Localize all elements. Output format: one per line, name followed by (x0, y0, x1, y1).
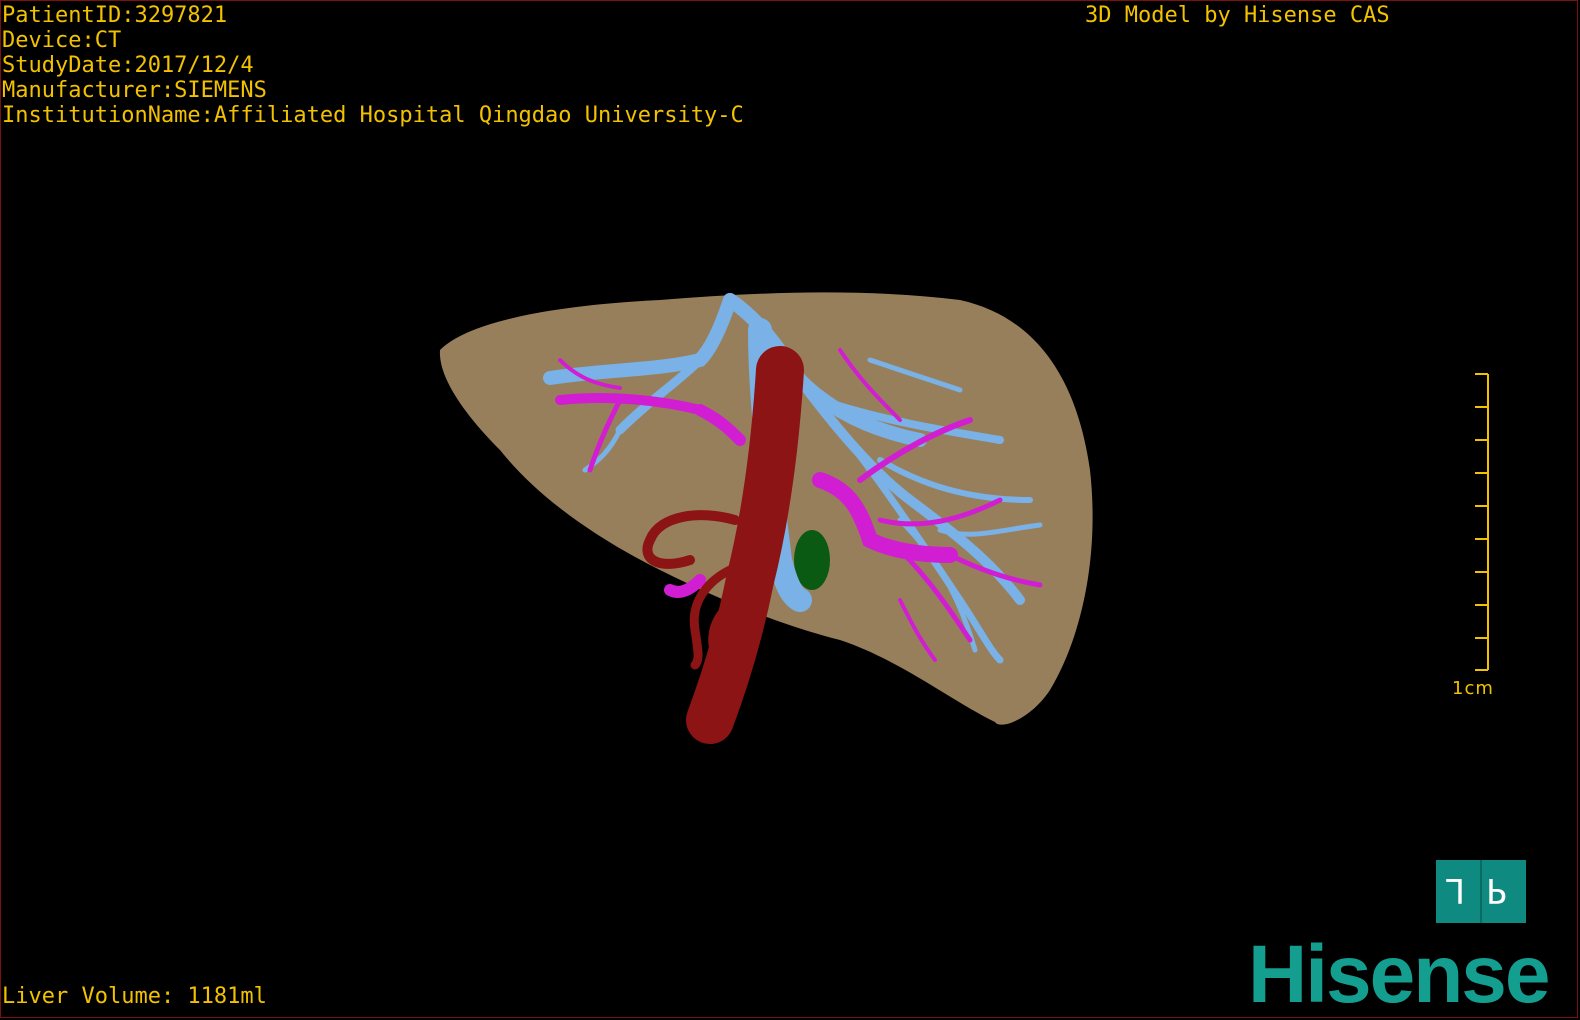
scale-bar (1475, 373, 1489, 671)
study-date: StudyDate:2017/12/4 (2, 53, 254, 78)
model-credit: 3D Model by Hisense CAS (1085, 3, 1390, 28)
patient-info-block: PatientID:3297821 Device:CT StudyDate:2017… (2, 3, 744, 128)
orientation-divider (1480, 860, 1482, 923)
3d-liver-viewport[interactable] (0, 0, 1580, 1020)
orientation-right-glyph: P (1486, 870, 1507, 910)
gallbladder (794, 530, 830, 590)
scale-bar-label: 1cm (1452, 678, 1494, 699)
patient-id: PatientID:3297821 (2, 3, 228, 28)
device: Device:CT (2, 28, 122, 53)
manufacturer: Manufacturer:SIEMENS (2, 78, 267, 103)
orientation-cube[interactable]: L P (1436, 860, 1526, 923)
institution-name: InstitutionName:Affiliated Hospital Qing… (2, 103, 744, 128)
orientation-left-glyph: L (1446, 870, 1465, 910)
hisense-logo: Hisense (1248, 929, 1551, 1020)
liver-volume: Liver Volume: 1181ml (2, 984, 267, 1009)
